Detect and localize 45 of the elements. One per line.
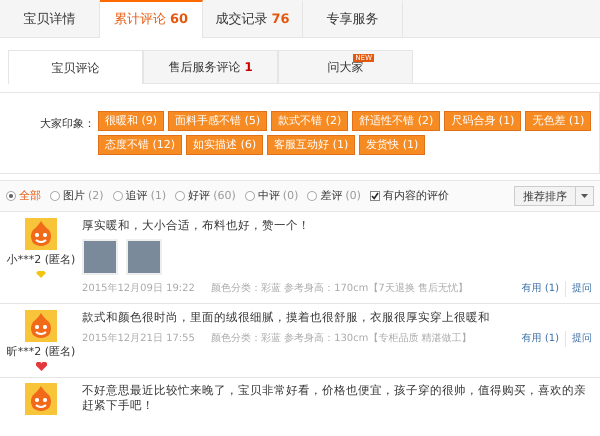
avatar-icon <box>25 218 57 250</box>
useful-link[interactable]: 有用 (1) <box>522 280 559 297</box>
ask-link[interactable]: 提问 <box>572 280 592 297</box>
filter-label[interactable]: 追评 <box>126 188 148 204</box>
sort-dropdown[interactable]: 推荐排序 <box>514 186 594 206</box>
photo-placeholder[interactable] <box>126 238 162 275</box>
review-text: 不好意思最近比较忙来晚了，宝贝非常好看，价格也便宜，孩子穿的很帅，值得购买，喜欢的亲赶紧下手吧！ <box>82 383 587 414</box>
product-info: 颜色分类：彩蓝 参考身高：170cm【7天退换 售后无忧】 <box>210 282 468 296</box>
filter-count: (1) <box>150 188 166 204</box>
filter-label[interactable]: 中评 <box>258 188 280 204</box>
filter-label[interactable]: 图片 <box>63 188 85 204</box>
caret-icon <box>581 194 588 198</box>
tab[interactable]: 累计评论 60 <box>100 0 203 38</box>
filter-count: (60) <box>213 188 236 204</box>
review-date: 2015年12月21日 17:55 <box>82 332 195 346</box>
radio-button[interactable] <box>244 191 255 201</box>
user-name: 昕***2 (匿名) <box>6 344 76 360</box>
filter-label[interactable]: 差评 <box>320 188 342 204</box>
user-name: 小***2 (匿名) <box>6 252 76 268</box>
avatar-icon <box>25 310 57 342</box>
tab[interactable]: 宝贝评论 <box>8 50 143 84</box>
review-date: 2015年12月09日 19:22 <box>82 282 195 296</box>
filter-label[interactable]: 全部 <box>19 188 41 204</box>
filter-label[interactable]: 有内容的评价 <box>382 188 449 204</box>
filter-count: (0) <box>282 188 298 204</box>
filter-count: (2) <box>88 188 104 204</box>
photo-placeholder[interactable] <box>82 238 118 275</box>
review-text: 款式和颜色很时尚，里面的绒很细腻，摸着也很舒服，衣服很厚实穿上很暖和 <box>82 310 491 325</box>
filter-count: (0) <box>345 188 361 204</box>
tab[interactable]: 售后服务评论 1 <box>143 50 278 83</box>
checkbox[interactable] <box>370 191 380 201</box>
filter-label[interactable]: 好评 <box>188 188 210 204</box>
radio-button[interactable] <box>307 191 318 201</box>
radio-button[interactable] <box>175 191 186 201</box>
useful-link[interactable]: 有用 (1) <box>522 330 559 347</box>
impressions-label: 大家印象： <box>40 116 96 132</box>
radio-button[interactable] <box>50 191 60 201</box>
heart-icon <box>36 362 46 372</box>
diamond-icon <box>36 270 46 278</box>
radio-button[interactable] <box>112 191 123 201</box>
ask-link[interactable]: 提问 <box>572 330 592 347</box>
product-info: 颜色分类：彩蓝 参考身高：130cm【专柜品质 精湛做工】 <box>210 332 472 346</box>
review-text: 厚实暖和，大小合适，布料也好，赞一个！ <box>82 218 311 233</box>
radio-button[interactable] <box>6 191 16 201</box>
avatar-icon <box>25 383 57 416</box>
